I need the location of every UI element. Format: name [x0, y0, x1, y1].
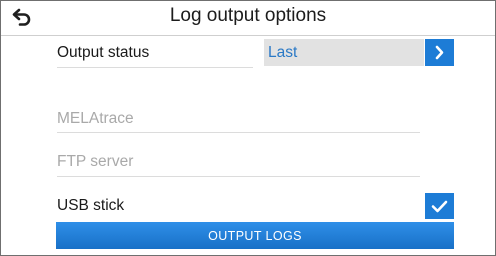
checkmark-icon — [431, 200, 448, 213]
title-bar: Log output options — [1, 1, 495, 35]
output-status-select-button[interactable] — [425, 39, 454, 66]
output-status-label: Output status — [57, 44, 150, 61]
melatrace-underline — [57, 132, 420, 133]
output-status-underline — [57, 67, 253, 68]
output-status-value-field[interactable]: Last — [264, 39, 424, 66]
usb-stick-label: USB stick — [57, 197, 125, 214]
chevron-right-icon — [435, 45, 444, 60]
ftp-server-label: FTP server — [57, 153, 134, 170]
melatrace-label: MELAtrace — [57, 110, 134, 127]
output-status-value: Last — [268, 44, 298, 61]
ftp-server-underline — [57, 176, 420, 177]
output-logs-button[interactable]: OUTPUT LOGS — [56, 222, 454, 249]
title-divider — [1, 35, 495, 36]
usb-stick-checkbox[interactable] — [425, 193, 454, 219]
page-title: Log output options — [169, 5, 327, 26]
